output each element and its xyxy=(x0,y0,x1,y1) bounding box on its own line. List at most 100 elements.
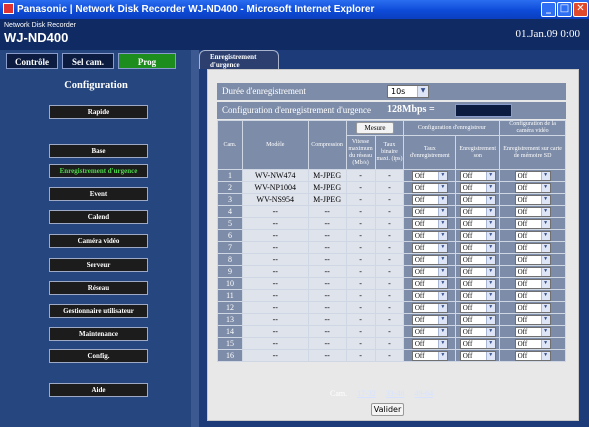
pager-link-17-32[interactable]: 17-32 xyxy=(357,389,376,398)
chevron-down-icon: ▼ xyxy=(540,183,550,192)
sidebar-item-maintenance[interactable]: Maintenance xyxy=(49,327,148,341)
off-select[interactable]: Off ▼ xyxy=(459,290,496,301)
tab-sel-cam[interactable]: Sel cam. xyxy=(62,53,114,69)
maximize-button[interactable]: □ xyxy=(557,2,572,17)
chevron-down-icon: ▼ xyxy=(485,243,495,252)
off-select[interactable]: Off ▼ xyxy=(459,338,496,349)
chevron-down-icon: ▼ xyxy=(485,351,495,360)
off-select[interactable]: Off ▼ xyxy=(459,242,496,253)
sidebar-item-camera-video[interactable]: Caméra vidéo xyxy=(49,234,148,248)
off-select[interactable]: Off ▼ xyxy=(459,194,496,205)
off-select[interactable]: Off ▼ xyxy=(459,206,496,217)
sidebar-item-gestionnaire-utilisateur[interactable]: Gestionnaire utilisateur xyxy=(49,304,148,318)
off-select[interactable]: Off ▼ xyxy=(459,278,496,289)
sidebar-item-event[interactable]: Event xyxy=(49,187,148,201)
cell-vitesse: - xyxy=(345,181,376,194)
pager-label: Cam. xyxy=(330,389,348,398)
cell-taux: - xyxy=(374,325,405,338)
off-select[interactable]: Off ▼ xyxy=(514,230,551,241)
pager-link-49-64[interactable]: 49-64 xyxy=(414,389,433,398)
off-select[interactable]: Off ▼ xyxy=(411,182,448,193)
off-select[interactable]: Off ▼ xyxy=(459,182,496,193)
sidebar-item-rapide[interactable]: Rapide xyxy=(49,105,148,119)
off-select[interactable]: Off ▼ xyxy=(514,218,551,229)
browser-window: Panasonic | Network Disk Recorder WJ-ND4… xyxy=(0,0,589,427)
off-select[interactable]: Off ▼ xyxy=(411,266,448,277)
sidebar-item-serveur[interactable]: Serveur xyxy=(49,258,148,272)
off-select[interactable]: Off ▼ xyxy=(514,170,551,181)
off-select[interactable]: Off ▼ xyxy=(411,290,448,301)
off-select[interactable]: Off ▼ xyxy=(514,338,551,349)
off-select[interactable]: Off ▼ xyxy=(459,314,496,325)
minimize-button[interactable]: _ xyxy=(541,2,556,17)
cell-enr-son: Off ▼ xyxy=(455,289,501,302)
sidebar-item-base[interactable]: Base xyxy=(49,144,148,158)
tab-enregistrement-urgence[interactable]: Enregistrement d'urgence xyxy=(199,50,279,69)
mesure-button[interactable]: Mesure xyxy=(355,122,394,134)
tab-prog[interactable]: Prog xyxy=(118,53,176,69)
off-select[interactable]: Off ▼ xyxy=(459,230,496,241)
cell-taux: - xyxy=(374,265,405,278)
off-select[interactable]: Off ▼ xyxy=(411,194,448,205)
pager-link-33-48[interactable]: 33-48 xyxy=(386,389,405,398)
off-select[interactable]: Off ▼ xyxy=(514,182,551,193)
off-select[interactable]: Off ▼ xyxy=(514,278,551,289)
chevron-down-icon: ▼ xyxy=(540,279,550,288)
off-select[interactable]: Off ▼ xyxy=(411,338,448,349)
off-select[interactable]: Off ▼ xyxy=(411,314,448,325)
sidebar-item-aide[interactable]: Aide xyxy=(49,383,148,397)
sidebar-item-reseau[interactable]: Réseau xyxy=(49,281,148,295)
cell-enr-son: Off ▼ xyxy=(455,169,501,182)
sidebar-item-config[interactable]: Config. xyxy=(49,349,148,363)
cell-carte-sd: Off ▼ xyxy=(499,229,566,242)
off-select[interactable]: Off ▼ xyxy=(514,350,551,361)
off-select[interactable]: Off ▼ xyxy=(514,290,551,301)
cell-compression: -- xyxy=(307,349,347,362)
off-select[interactable]: Off ▼ xyxy=(411,230,448,241)
off-select[interactable]: Off ▼ xyxy=(411,326,448,337)
off-select[interactable]: Off ▼ xyxy=(459,326,496,337)
off-select[interactable]: Off ▼ xyxy=(514,206,551,217)
off-select[interactable]: Off ▼ xyxy=(459,266,496,277)
close-button[interactable]: ✕ xyxy=(573,2,588,17)
off-select[interactable]: Off ▼ xyxy=(459,350,496,361)
off-select[interactable]: Off ▼ xyxy=(459,218,496,229)
off-select[interactable]: Off ▼ xyxy=(459,170,496,181)
tab-controle[interactable]: Contrôle xyxy=(6,53,58,69)
off-select[interactable]: Off ▼ xyxy=(411,206,448,217)
cell-cam: 8 xyxy=(217,253,243,266)
cell-enr-son: Off ▼ xyxy=(455,253,501,266)
off-select[interactable]: Off ▼ xyxy=(514,302,551,313)
conf-total-box xyxy=(455,104,512,117)
off-select[interactable]: Off ▼ xyxy=(411,170,448,181)
off-select[interactable]: Off ▼ xyxy=(514,254,551,265)
cell-enr-son: Off ▼ xyxy=(455,337,501,350)
cell-taux-enr: Off ▼ xyxy=(403,325,457,338)
off-select[interactable]: Off ▼ xyxy=(411,350,448,361)
pager: Cam. 17-32 33-48 49-64 xyxy=(330,389,441,398)
chevron-down-icon: ▼ xyxy=(437,267,447,276)
off-select[interactable]: Off ▼ xyxy=(514,194,551,205)
cell-enr-son: Off ▼ xyxy=(455,193,501,206)
window-title: Panasonic | Network Disk Recorder WJ-ND4… xyxy=(17,4,375,15)
off-select[interactable]: Off ▼ xyxy=(459,302,496,313)
off-select[interactable]: Off ▼ xyxy=(514,326,551,337)
cell-cam: 2 xyxy=(217,181,243,194)
chevron-down-icon: ▼ xyxy=(485,339,495,348)
off-select[interactable]: Off ▼ xyxy=(514,266,551,277)
off-select[interactable]: Off ▼ xyxy=(411,278,448,289)
sidebar-item-calend[interactable]: Calend xyxy=(49,210,148,224)
off-select[interactable]: Off ▼ xyxy=(411,302,448,313)
off-select[interactable]: Off ▼ xyxy=(459,254,496,265)
off-select[interactable]: Off ▼ xyxy=(514,242,551,253)
sidebar-item-enregistrement-urgence[interactable]: Enregistrement d'urgence xyxy=(49,164,148,178)
chevron-down-icon: ▼ xyxy=(485,231,495,240)
chevron-down-icon: ▼ xyxy=(540,339,550,348)
off-select[interactable]: Off ▼ xyxy=(411,254,448,265)
cell-modele: WV-NW474 xyxy=(241,169,309,182)
duree-select[interactable]: 10s ▼ xyxy=(387,85,429,98)
off-select[interactable]: Off ▼ xyxy=(411,218,448,229)
valider-button[interactable]: Valider xyxy=(371,403,404,416)
off-select[interactable]: Off ▼ xyxy=(411,242,448,253)
off-select[interactable]: Off ▼ xyxy=(514,314,551,325)
